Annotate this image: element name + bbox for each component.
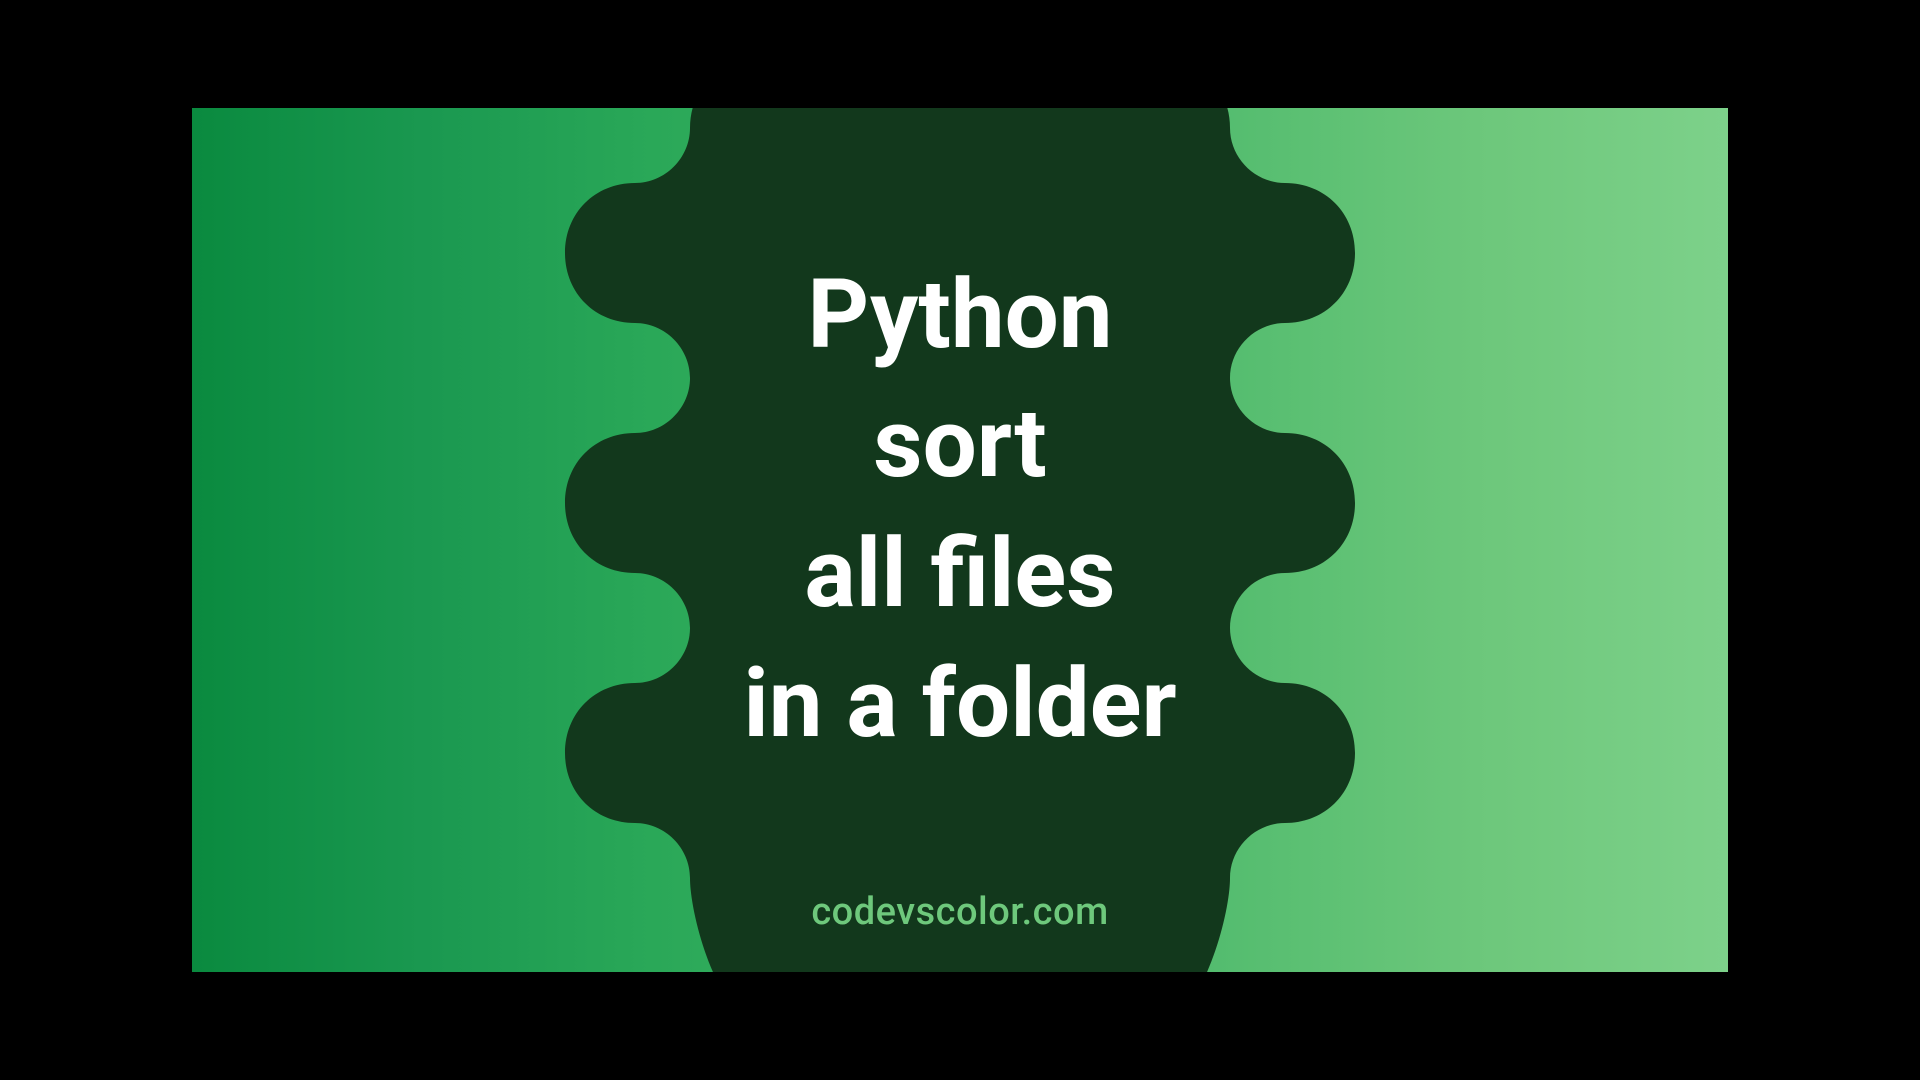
title-line-4: in a folder: [743, 640, 1176, 770]
title-container: Python sort all files in a folder: [192, 108, 1728, 972]
watermark-text: codevscolor.com: [811, 890, 1108, 934]
banner-graphic: Python sort all files in a folder codevs…: [192, 108, 1728, 972]
title-line-2: sort: [873, 380, 1046, 510]
title-line-1: Python: [807, 251, 1112, 381]
title-line-3: all files: [804, 510, 1115, 640]
